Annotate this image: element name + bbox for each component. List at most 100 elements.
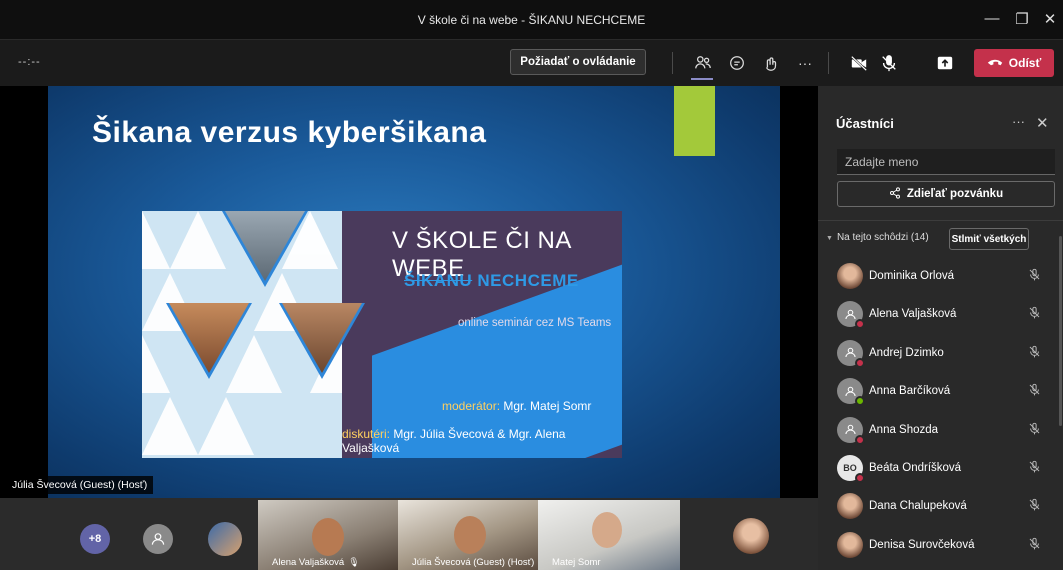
presence-status-icon [855,396,865,407]
mic-off-icon[interactable] [1028,460,1041,476]
mic-off-icon[interactable] [1028,345,1041,361]
slide-accent-bar [674,86,715,156]
minimize-icon[interactable]: — [982,10,1002,27]
video-tile-label: Júlia Švecová (Guest) (Hosť) [412,557,534,568]
banner-subheading: ŠIKANU NECHCEME [404,271,579,291]
participant-head [312,518,344,556]
participant-row[interactable]: Dominika Orlová [818,258,1063,296]
mic-off-icon: 🎙 [348,557,360,567]
avatar [837,416,865,445]
participant-head [454,516,486,554]
mic-off-icon[interactable] [1028,268,1041,284]
mic-off-icon[interactable] [1028,422,1041,438]
in-meeting-section-toggle[interactable]: ▼ Na tejto schôdzi (14) [826,232,929,243]
video-tile-name: Alena Valjašková [272,557,345,568]
avatar [837,301,865,330]
maximize-icon[interactable]: ❐ [1012,10,1032,28]
banner-subtitle: online seminár cez MS Teams [458,317,612,329]
presenter-name-tag: Júlia Švecová (Guest) (Hosť) [6,476,154,494]
banner-rest-word: NECHCEME [477,271,579,290]
avatar[interactable] [208,522,242,556]
avatar [837,378,865,407]
chevron-down-icon: ▼ [826,235,833,242]
avatar-initials: BO [843,463,857,473]
participant-search-input[interactable] [837,149,1055,175]
video-tile-label: Matej Somr [552,557,601,568]
scrollbar[interactable] [1059,236,1062,426]
avatar[interactable] [143,524,173,554]
avatar [837,263,863,289]
presence-status-icon [855,319,865,330]
moderator-name: Mgr. Matej Somr [503,399,592,413]
participant-name: Denisa Surovčeková [869,538,975,551]
toolbar-divider [672,52,673,74]
participant-name: Beáta Ondríšková [869,462,962,474]
video-gallery: +8 Alena Valjašková 🎙 Júlia Švecová (Gues… [0,498,818,570]
avatar: BO [837,455,865,483]
panel-title: Účastníci [836,116,894,131]
presence-status-icon [855,357,865,368]
participants-panel: Účastníci ··· ✕ Zdieľať pozvánku ▼Na tej… [818,86,1063,570]
overflow-participants-button[interactable]: +8 [80,524,110,554]
close-icon[interactable]: ✕ [1036,114,1049,132]
share-invite-button[interactable]: Zdieľať pozvánku [837,181,1055,207]
participant-name: Dana Chalupeková [869,500,967,513]
participant-row[interactable]: Dana Chalupeková [818,488,1063,526]
banner-strike-word: ŠIKANU [404,271,473,290]
participant-head [592,512,622,548]
more-icon[interactable]: ··· [792,50,818,76]
presentation-slide: Šikana verzus kyberšikana V ŠKOLE ČI NA … [48,86,780,498]
participant-row[interactable]: Alena Valjašková [818,296,1063,334]
shared-content-stage: Šikana verzus kyberšikana V ŠKOLE ČI NA … [0,86,818,498]
chat-icon[interactable] [724,50,750,76]
participant-name: Andrej Dzimko [869,346,944,359]
section-label: Na tejto schôdzi (14) [836,232,929,243]
close-window-icon[interactable]: ✕ [1040,10,1060,28]
avatar [837,531,863,558]
mic-off-icon[interactable] [876,50,902,76]
mic-off-icon[interactable] [1028,306,1041,322]
meeting-toolbar: --:-- Požiadať o ovládanie ··· Odísť [0,40,1063,86]
seminar-banner: V ŠKOLE ČI NA WEBE ŠIKANU NECHCEME onlin… [142,211,622,458]
participant-row[interactable]: BO Beáta Ondríšková [818,450,1063,488]
participant-row[interactable]: Anna Barčíková [818,373,1063,411]
share-tray-icon[interactable] [932,50,958,76]
video-tile[interactable]: Alena Valjašková 🎙 [258,500,398,570]
presence-status-icon [855,434,865,445]
title-bar: V škole či na webe - ŠIKANU NECHCEME — ❐… [0,0,1063,40]
presence-status-icon [855,473,865,483]
participant-name: Dominika Orlová [869,270,954,282]
people-icon[interactable] [690,50,716,76]
participant-name: Anna Shozda [869,423,939,436]
video-tile-name: Matej Somr [552,557,601,568]
video-tile-label: Alena Valjašková 🎙 [272,557,360,568]
camera-off-icon[interactable] [846,50,872,76]
video-tile-name: Júlia Švecová (Guest) (Hosť) [412,557,535,568]
participant-name: Alena Valjašková [869,308,957,321]
mic-off-icon[interactable] [1028,498,1041,514]
hangup-icon [987,56,1003,70]
share-invite-label: Zdieľať pozvánku [906,188,1004,200]
moderator-label: moderátor: [442,399,501,413]
leave-button[interactable]: Odísť [974,49,1054,77]
share-icon [889,186,901,202]
participant-row[interactable]: Anna Shozda [818,412,1063,450]
participant-row[interactable]: Andrej Dzimko [818,335,1063,373]
banner-moderator: moderátor: Mgr. Matej Somr [442,399,591,413]
avatar [837,339,865,368]
disputants-label: diskutéri: [342,427,391,441]
more-options-icon[interactable]: ··· [1012,114,1025,129]
participant-name: Anna Barčíková [869,385,951,398]
video-tile[interactable]: Júlia Švecová (Guest) (Hosť) [398,500,538,570]
video-tile[interactable]: Matej Somr [538,500,680,570]
reactions-icon[interactable] [758,50,784,76]
mute-all-button[interactable]: Stlmiť všetkých [949,228,1029,250]
request-control-button[interactable]: Požiadať o ovládanie [510,49,646,75]
participant-row[interactable]: Denisa Surovčeková [818,527,1063,565]
window-title: V škole či na webe - ŠIKANU NECHCEME [417,13,646,27]
slide-title: Šikana verzus kyberšikana [92,116,487,149]
avatar[interactable] [733,518,769,554]
active-tab-indicator [691,78,713,80]
mic-off-icon[interactable] [1028,537,1041,553]
mic-off-icon[interactable] [1028,383,1041,399]
